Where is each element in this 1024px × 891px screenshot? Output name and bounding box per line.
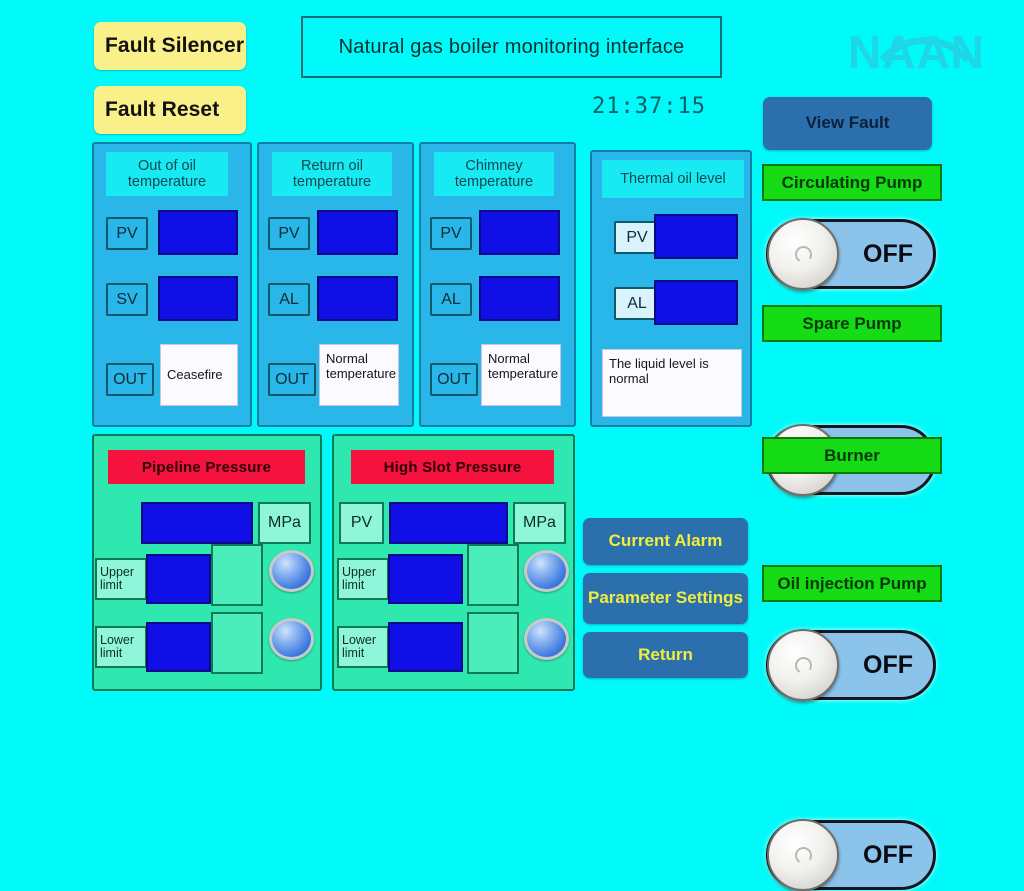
unit-mpa: MPa xyxy=(258,502,311,544)
naan-logo-svg: NAAN xyxy=(848,26,985,78)
lamp-lower-limit xyxy=(269,618,314,660)
tag-out: OUT xyxy=(106,363,154,396)
panel-title: Pipeline Pressure xyxy=(108,450,305,484)
tag-sv: SV xyxy=(106,283,148,316)
tag-pv: PV xyxy=(339,502,384,544)
panel-title: Out of oil temperature xyxy=(106,152,228,196)
svg-text:NAAN: NAAN xyxy=(848,26,985,76)
tag-al: AL xyxy=(430,283,472,316)
value-lower-limit[interactable] xyxy=(146,622,211,672)
toggle-knob[interactable] xyxy=(767,819,839,891)
lamp-upper-limit xyxy=(524,550,569,592)
panel-pipeline-pressure: Pipeline Pressure MPa Upper limit Lower … xyxy=(92,434,322,691)
lamp-upper-limit xyxy=(269,550,314,592)
tag-upper-limit: Upper limit xyxy=(95,558,147,600)
tag-upper-limit: Upper limit xyxy=(337,558,389,600)
setpoint-lower-limit[interactable] xyxy=(211,612,263,674)
tag-pv: PV xyxy=(430,217,472,250)
knob-arc-icon xyxy=(792,654,814,676)
status-readout: The liquid level is normal xyxy=(602,349,742,417)
equipment-label-spare-pump: Spare Pump xyxy=(762,305,942,342)
value-pressure[interactable] xyxy=(141,502,253,544)
return-button[interactable]: Return xyxy=(583,632,748,678)
value-pv[interactable] xyxy=(654,214,738,259)
naan-logo: NAAN xyxy=(848,26,1004,78)
panel-title: Return oil temperature xyxy=(272,152,392,196)
value-upper-limit[interactable] xyxy=(388,554,463,604)
panel-return-oil-temperature: Return oil temperature PV AL OUT Normal … xyxy=(257,142,414,427)
tag-out: OUT xyxy=(268,363,316,396)
current-alarm-button[interactable]: Current Alarm xyxy=(583,518,748,565)
toggle-circulating-pump[interactable]: OFF xyxy=(766,218,936,290)
toggle-knob[interactable] xyxy=(767,218,839,290)
panel-high-slot-pressure: High Slot Pressure PV MPa Upper limit Lo… xyxy=(332,434,575,691)
equipment-label-oil-injection-pump: Oil injection Pump xyxy=(762,565,942,602)
equipment-label-burner: Burner xyxy=(762,437,942,474)
panel-title: High Slot Pressure xyxy=(351,450,554,484)
setpoint-upper-limit[interactable] xyxy=(467,544,519,606)
knob-arc-icon xyxy=(792,243,814,265)
tag-lower-limit: Lower limit xyxy=(337,626,389,668)
view-fault-button[interactable]: View Fault xyxy=(763,97,932,150)
toggle-state-label: OFF xyxy=(863,239,913,268)
status-readout: Normal temperature xyxy=(319,344,399,406)
value-sv[interactable] xyxy=(158,276,238,321)
value-al[interactable] xyxy=(654,280,738,325)
fault-silencer-button[interactable]: Fault Silencer xyxy=(94,22,246,70)
toggle-knob[interactable] xyxy=(767,629,839,701)
panel-out-of-oil-temperature: Out of oil temperature PV SV OUT Ceasefi… xyxy=(92,142,252,427)
value-pv[interactable] xyxy=(158,210,238,255)
fault-reset-button[interactable]: Fault Reset xyxy=(94,86,246,134)
panel-thermal-oil-level: Thermal oil level PV AL The liquid level… xyxy=(590,150,752,427)
toggle-oil-injection-pump[interactable]: OFF xyxy=(766,819,936,891)
tag-out: OUT xyxy=(430,363,478,396)
equipment-label-circulating-pump: Circulating Pump xyxy=(762,164,942,201)
parameter-settings-button[interactable]: Parameter Settings xyxy=(583,573,748,624)
value-pressure[interactable] xyxy=(389,502,508,544)
value-upper-limit[interactable] xyxy=(146,554,211,604)
tag-pv: PV xyxy=(268,217,310,250)
system-clock: 21:37:15 xyxy=(592,94,706,119)
unit-mpa: MPa xyxy=(513,502,566,544)
value-lower-limit[interactable] xyxy=(388,622,463,672)
toggle-state-label: OFF xyxy=(863,650,913,679)
value-pv[interactable] xyxy=(479,210,560,255)
tag-lower-limit: Lower limit xyxy=(95,626,147,668)
toggle-state-label: OFF xyxy=(863,840,913,869)
setpoint-upper-limit[interactable] xyxy=(211,544,263,606)
panel-title: Chimney temperature xyxy=(434,152,554,196)
tag-pv: PV xyxy=(106,217,148,250)
toggle-burner[interactable]: OFF xyxy=(766,629,936,701)
status-readout: Ceasefire xyxy=(160,344,238,406)
panel-chimney-temperature: Chimney temperature PV AL OUT Normal tem… xyxy=(419,142,576,427)
knob-arc-icon xyxy=(792,844,814,866)
panel-title: Thermal oil level xyxy=(602,160,744,198)
tag-al: AL xyxy=(268,283,310,316)
setpoint-lower-limit[interactable] xyxy=(467,612,519,674)
value-pv[interactable] xyxy=(317,210,398,255)
status-readout: Normal temperature xyxy=(481,344,561,406)
value-al[interactable] xyxy=(479,276,560,321)
lamp-lower-limit xyxy=(524,618,569,660)
page-title: Natural gas boiler monitoring interface xyxy=(301,16,722,78)
value-al[interactable] xyxy=(317,276,398,321)
